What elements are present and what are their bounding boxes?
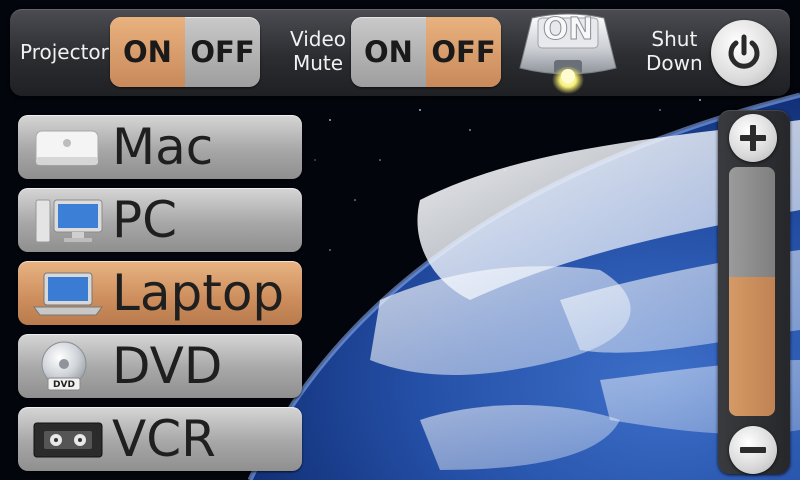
video-mute-label-line2: Mute bbox=[292, 51, 344, 75]
projector-toggle: ON OFF bbox=[110, 17, 260, 87]
volume-down-button[interactable] bbox=[729, 426, 777, 474]
source-mac-button[interactable]: Mac bbox=[18, 115, 302, 179]
shutdown-button[interactable] bbox=[711, 20, 777, 86]
power-icon bbox=[728, 34, 760, 69]
projector-on-button[interactable]: ON bbox=[110, 17, 185, 87]
volume-level-fill bbox=[729, 276, 775, 416]
video-mute-toggle: ON OFF bbox=[351, 17, 501, 87]
shutdown-label-line1: Shut bbox=[651, 27, 698, 51]
mac-mini-icon bbox=[35, 130, 99, 166]
shutdown-label: Shut Down bbox=[646, 27, 703, 75]
source-label: DVD bbox=[112, 337, 223, 395]
shutdown-label-line2: Down bbox=[646, 51, 703, 75]
dvd-disc-icon: DVD bbox=[41, 341, 87, 391]
source-label: PC bbox=[112, 191, 178, 249]
projector-icon-label: ON bbox=[542, 12, 594, 48]
minus-icon bbox=[740, 447, 766, 453]
plus-icon bbox=[740, 125, 766, 151]
source-vcr-button[interactable]: VCR bbox=[18, 407, 302, 471]
volume-slider[interactable] bbox=[729, 167, 775, 416]
source-label: Mac bbox=[112, 118, 214, 176]
video-mute-on-button[interactable]: ON bbox=[351, 17, 426, 87]
video-mute-label-line1: Video bbox=[290, 27, 347, 51]
source-pc-button[interactable]: PC bbox=[18, 188, 302, 252]
desktop-pc-icon bbox=[35, 199, 103, 243]
projector-off-button[interactable]: OFF bbox=[185, 17, 260, 87]
source-label: VCR bbox=[112, 410, 216, 468]
video-mute-off-button[interactable]: OFF bbox=[426, 17, 501, 87]
projector-label: Projector bbox=[20, 40, 109, 64]
source-label: Laptop bbox=[112, 264, 285, 322]
vcr-cassette-icon bbox=[33, 422, 103, 458]
laptop-icon bbox=[33, 272, 103, 316]
source-laptop-button[interactable]: Laptop bbox=[18, 261, 302, 325]
svg-text:DVD: DVD bbox=[53, 380, 75, 390]
video-mute-label: Video Mute bbox=[290, 27, 346, 75]
volume-up-button[interactable] bbox=[729, 114, 777, 162]
source-dvd-button[interactable]: DVD DVD bbox=[18, 334, 302, 398]
